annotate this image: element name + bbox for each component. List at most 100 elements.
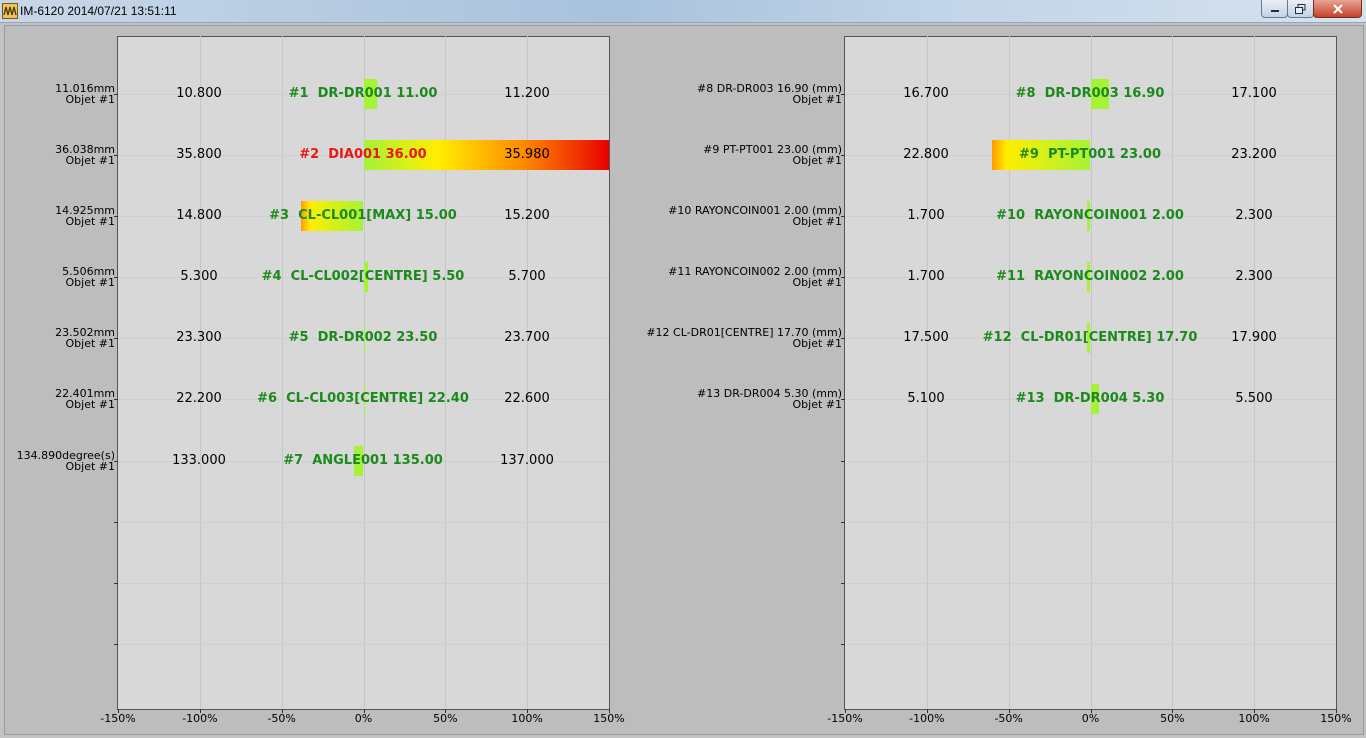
client-area: -150% -100% -50% 0% 50% 100% 150% 11.016mm Objet…	[4, 25, 1364, 735]
feature-name[interactable]: #1 DR-DR001 11.00	[289, 86, 438, 101]
feature-name[interactable]: #6 CL-CL003[CENTRE] 22.40	[257, 391, 469, 406]
axis-label: 100%	[511, 712, 543, 725]
grid-line	[527, 36, 529, 708]
axis-tick	[841, 583, 845, 584]
axis-label: 0%	[354, 712, 373, 725]
min-tolerance: 17.500	[903, 330, 949, 345]
title-bar[interactable]: IM-6120 2014/07/21 13:51:11	[0, 0, 1366, 23]
minimize-icon	[1270, 9, 1279, 12]
grid-line	[363, 36, 365, 708]
min-tolerance: 10.800	[176, 86, 222, 101]
min-tolerance: 133.000	[172, 453, 226, 468]
max-tolerance: 35.980	[504, 147, 550, 162]
row-label: 5.506mm Objet #1	[0, 266, 115, 288]
axis-tick	[114, 522, 118, 523]
axis-label: -150%	[827, 712, 863, 725]
max-tolerance: 23.700	[504, 330, 550, 345]
axis-label: 0%	[1081, 712, 1100, 725]
max-tolerance: 137.000	[500, 453, 554, 468]
axis-label: -100%	[909, 712, 945, 725]
feature-name[interactable]: #2 DIA001 36.00	[299, 147, 426, 162]
grid-line	[926, 36, 928, 708]
axis-label: 150%	[1320, 712, 1352, 725]
close-button[interactable]	[1313, 0, 1362, 18]
restore-button[interactable]	[1287, 0, 1314, 18]
feature-name[interactable]: #11 RAYONCOIN002 2.00	[996, 269, 1184, 284]
feature-name[interactable]: #10 RAYONCOIN001 2.00	[996, 208, 1184, 223]
axis-label: -50%	[267, 712, 296, 725]
max-tolerance: 5.700	[508, 269, 546, 284]
row-label: 23.502mm Objet #1	[0, 327, 115, 349]
row-label: 22.401mm Objet #1	[0, 388, 115, 410]
max-tolerance: 23.200	[1231, 147, 1277, 162]
grid-line	[1172, 36, 1174, 708]
feature-name[interactable]: #7 ANGLE001 135.00	[283, 453, 443, 468]
feature-name[interactable]: #3 CL-CL001[MAX] 15.00	[269, 208, 457, 223]
grid-line	[118, 644, 609, 645]
row-label: 134.890degree(s) Objet #1	[0, 450, 115, 472]
object-label: Objet #1	[65, 460, 116, 473]
grid-line	[199, 36, 201, 708]
max-tolerance: 15.200	[504, 208, 550, 223]
object-label: Objet #1	[65, 337, 116, 350]
object-label: Objet #1	[792, 154, 843, 167]
grid-line	[845, 461, 1336, 462]
axis-tick	[841, 461, 845, 462]
row-label: #10 RAYONCOIN001 2.00 (mm) Objet #1	[622, 205, 842, 227]
axis-label: -150%	[100, 712, 136, 725]
min-tolerance: 16.700	[903, 86, 949, 101]
axis-label: 50%	[433, 712, 458, 725]
waveform-icon[interactable]	[2, 3, 18, 19]
row-label: #8 DR-DR003 16.90 (mm) Objet #1	[622, 83, 842, 105]
min-tolerance: 14.800	[176, 208, 222, 223]
object-label: Objet #1	[792, 93, 843, 106]
max-tolerance: 17.900	[1231, 330, 1277, 345]
grid-line	[845, 583, 1336, 584]
min-tolerance: 22.200	[176, 391, 222, 406]
object-label: Objet #1	[65, 215, 116, 228]
grid-line	[845, 644, 1336, 645]
grid-line	[1254, 36, 1256, 708]
feature-name[interactable]: #4 CL-CL002[CENTRE] 5.50	[262, 269, 465, 284]
grid-line	[1090, 36, 1092, 708]
minimize-button[interactable]	[1261, 0, 1288, 18]
grid-line	[445, 36, 447, 708]
object-label: Objet #1	[792, 337, 843, 350]
max-tolerance: 11.200	[504, 86, 550, 101]
row-label: #11 RAYONCOIN002 2.00 (mm) Objet #1	[622, 266, 842, 288]
axis-tick	[841, 644, 845, 645]
axis-label: 50%	[1160, 712, 1185, 725]
axis-label: 150%	[593, 712, 625, 725]
min-tolerance: 35.800	[176, 147, 222, 162]
grid-line	[118, 522, 609, 523]
axis-tick	[114, 644, 118, 645]
object-label: Objet #1	[65, 93, 116, 106]
min-tolerance: 22.800	[903, 147, 949, 162]
feature-name[interactable]: #9 PT-PT001 23.00	[1019, 147, 1161, 162]
min-tolerance: 5.100	[907, 391, 945, 406]
feature-name[interactable]: #12 CL-DR01[CENTRE] 17.70	[983, 330, 1198, 345]
axis-tick	[841, 522, 845, 523]
axis-label: 100%	[1238, 712, 1270, 725]
object-label: Objet #1	[65, 154, 116, 167]
row-label: #12 CL-DR01[CENTRE] 17.70 (mm) Objet #1	[622, 327, 842, 349]
max-tolerance: 5.500	[1235, 391, 1273, 406]
min-tolerance: 1.700	[907, 208, 945, 223]
feature-name[interactable]: #13 DR-DR004 5.30	[1016, 391, 1165, 406]
row-label: 11.016mm Objet #1	[0, 83, 115, 105]
object-label: Objet #1	[65, 398, 116, 411]
feature-name[interactable]: #8 DR-DR003 16.90	[1016, 86, 1165, 101]
min-tolerance: 5.300	[180, 269, 218, 284]
grid-line	[845, 522, 1336, 523]
grid-line	[1008, 36, 1010, 708]
max-tolerance: 2.300	[1235, 269, 1273, 284]
max-tolerance: 2.300	[1235, 208, 1273, 223]
axis-tick	[114, 583, 118, 584]
grid-line	[281, 36, 283, 708]
object-label: Objet #1	[792, 276, 843, 289]
feature-name[interactable]: #5 DR-DR002 23.50	[289, 330, 438, 345]
object-label: Objet #1	[65, 276, 116, 289]
max-tolerance: 22.600	[504, 391, 550, 406]
min-tolerance: 23.300	[176, 330, 222, 345]
window-title: IM-6120 2014/07/21 13:51:11	[20, 4, 177, 18]
